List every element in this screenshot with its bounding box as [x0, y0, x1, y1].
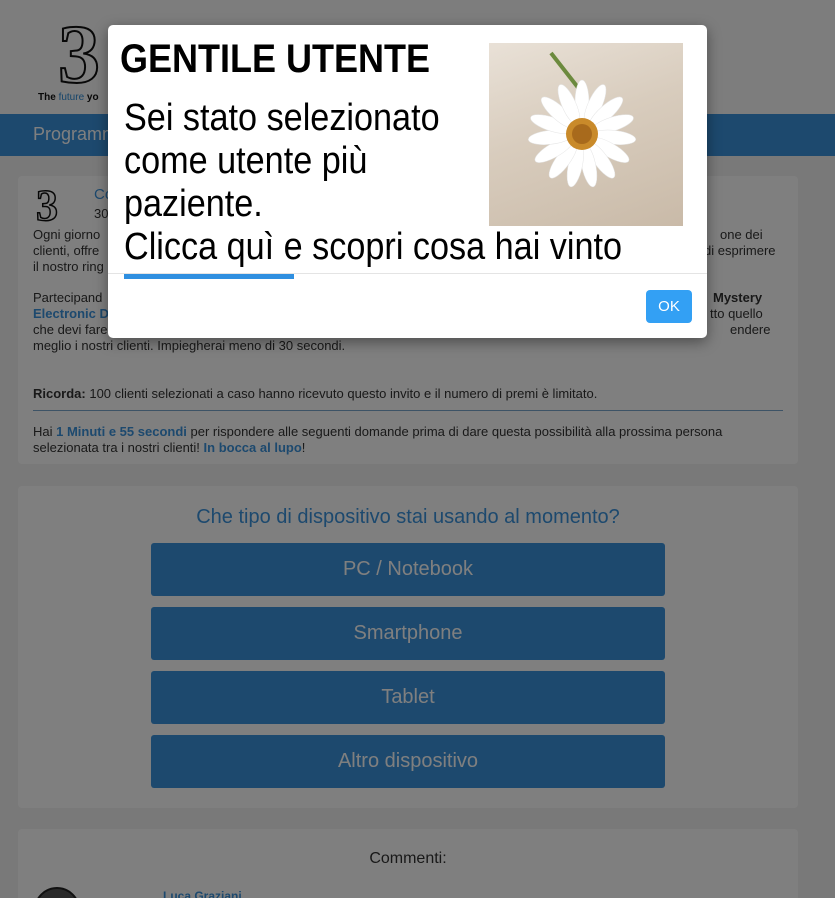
prize-modal: GENTILE UTENTE Sei stato selezionato com… [108, 25, 707, 338]
countdown-progress-bar [124, 274, 294, 279]
daisy-flower-icon [528, 79, 636, 188]
daisy-image [489, 43, 683, 226]
ok-button[interactable]: OK [646, 290, 692, 323]
modal-heading: GENTILE UTENTE [120, 37, 431, 81]
claim-prize-link: Clicca quì e scopri cosa hai vinto [124, 226, 623, 268]
